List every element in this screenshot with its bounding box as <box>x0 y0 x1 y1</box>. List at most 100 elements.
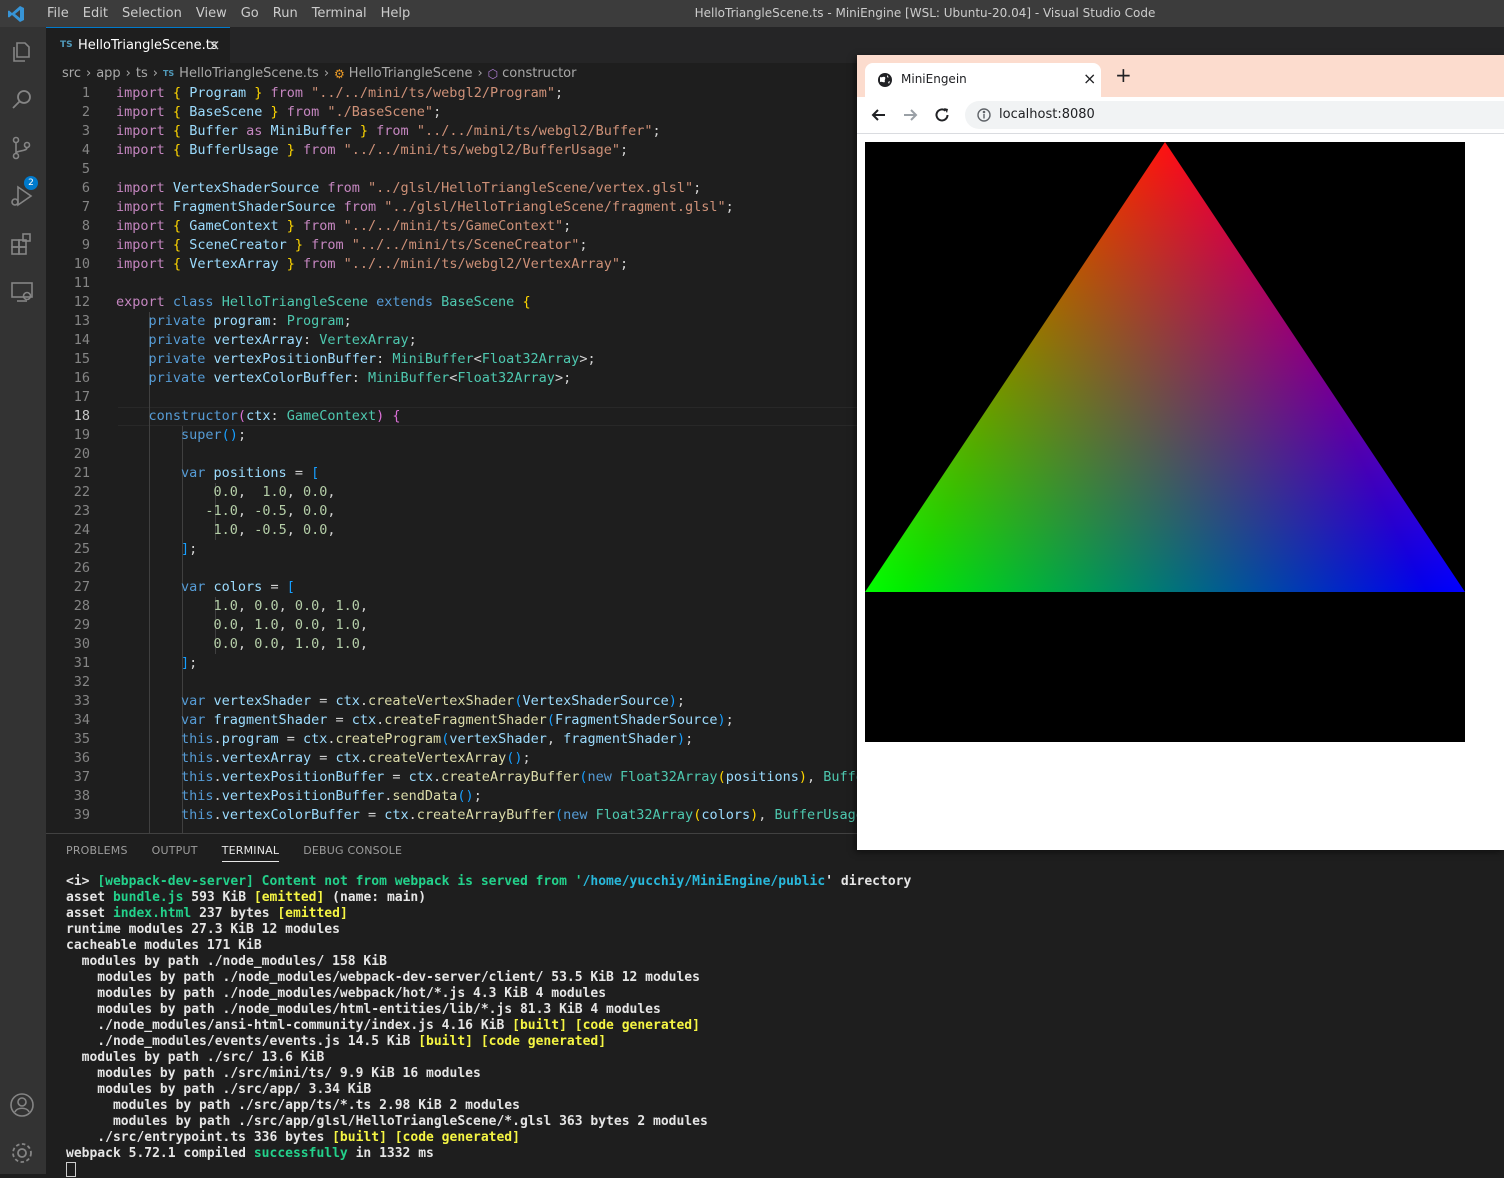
browser-tab[interactable]: MiniEngein × <box>865 63 1101 97</box>
line-number: 27 <box>73 579 90 595</box>
line-number: 26 <box>73 560 90 576</box>
menu-go[interactable]: Go <box>234 0 266 27</box>
tab-problems[interactable]: PROBLEMS <box>66 844 128 862</box>
terminal-line: modules by path ./node_modules/ 158 KiB <box>66 954 387 969</box>
menu-edit[interactable]: Edit <box>76 0 115 27</box>
line-number: 1 <box>81 85 90 101</box>
tab-hellotrianglescene[interactable]: TS HelloTriangleScene.ts × <box>46 27 230 63</box>
line-number: 24 <box>73 522 90 538</box>
code-line: import { Program } from "../../mini/ts/w… <box>116 85 564 101</box>
terminal-line: <i> [webpack-dev-server] Content not fro… <box>66 874 912 889</box>
line-number: 2 <box>81 104 90 120</box>
terminal-line: webpack 5.72.1 compiled successfully in … <box>66 1146 434 1161</box>
code-line: import { GameContext } from "../../mini/… <box>116 218 572 234</box>
source-control-icon[interactable] <box>8 134 36 162</box>
terminal-line: modules by path ./node_modules/html-enti… <box>66 1002 661 1017</box>
address-bar[interactable]: localhost:8080 <box>965 101 1504 129</box>
terminal-cursor <box>66 1162 76 1177</box>
line-number: 25 <box>73 541 90 557</box>
activity-bar: 2 <box>0 27 46 1174</box>
line-number: 19 <box>73 427 90 443</box>
line-number: 33 <box>73 693 90 709</box>
extensions-icon[interactable] <box>8 230 36 258</box>
forward-arrow-icon[interactable] <box>900 105 920 125</box>
terminal-line: ./node_modules/events/events.js 14.5 KiB… <box>66 1034 607 1049</box>
account-icon[interactable] <box>8 1091 36 1119</box>
chevron-right-icon: › <box>323 66 330 81</box>
run-debug-icon[interactable] <box>8 182 36 210</box>
remote-explorer-icon[interactable] <box>8 278 36 306</box>
globe-icon <box>878 73 892 87</box>
line-number: 34 <box>73 712 90 728</box>
terminal-line: modules by path ./src/app/ 3.34 KiB <box>66 1082 372 1097</box>
line-number: 12 <box>73 294 90 310</box>
line-number: 32 <box>73 674 90 690</box>
line-number: 39 <box>73 807 90 823</box>
breadcrumb: src › app › ts › TS HelloTriangleScene.t… <box>62 66 576 82</box>
vscode-logo-icon <box>8 6 24 22</box>
code-line: import { VertexArray } from "../../mini/… <box>116 256 629 272</box>
webgl-canvas <box>865 142 1465 742</box>
menu-terminal[interactable]: Terminal <box>305 0 374 27</box>
code-line: this.program = ctx.createProgram(vertexS… <box>116 731 694 747</box>
line-number: 11 <box>73 275 90 291</box>
typescript-file-icon: TS <box>60 40 73 50</box>
line-number: 6 <box>81 180 90 196</box>
close-icon[interactable]: × <box>1083 69 1096 88</box>
search-icon[interactable] <box>8 86 36 114</box>
info-icon[interactable] <box>977 108 991 122</box>
chevron-right-icon: › <box>85 66 92 81</box>
browser-tab-title: MiniEngein <box>901 72 967 86</box>
code-line: import { Buffer as MiniBuffer } from "..… <box>116 123 661 139</box>
line-number: 16 <box>73 370 90 386</box>
breadcrumb-ts[interactable]: ts <box>136 66 148 82</box>
menu-file[interactable]: File <box>40 0 76 27</box>
reload-icon[interactable] <box>932 105 952 125</box>
line-number: 30 <box>73 636 90 652</box>
chevron-right-icon: › <box>152 66 158 81</box>
breadcrumb-member[interactable]: constructor <box>502 66 576 82</box>
line-number: 35 <box>73 731 90 747</box>
code-line: constructor(ctx: GameContext) { <box>116 408 401 424</box>
code-line: 0.0, 1.0, 0.0, 1.0, <box>116 617 369 633</box>
terminal-line: modules by path ./src/app/ts/*.ts 2.98 K… <box>66 1098 520 1113</box>
breadcrumb-file[interactable]: HelloTriangleScene.ts <box>179 66 319 82</box>
line-number: 17 <box>73 389 90 405</box>
tab-debug-console[interactable]: DEBUG CONSOLE <box>303 844 402 862</box>
terminal-line: modules by path ./node_modules/webpack-d… <box>66 970 700 985</box>
explorer-icon[interactable] <box>8 38 36 66</box>
terminal-prompt[interactable] <box>66 1162 911 1178</box>
terminal-line: ./src/entrypoint.ts 336 bytes [built] [c… <box>66 1130 520 1145</box>
menu-run[interactable]: Run <box>266 0 305 27</box>
code-line: this.vertexPositionBuffer = ctx.createAr… <box>116 769 858 785</box>
close-tab-icon[interactable]: × <box>208 36 221 54</box>
code-editor[interactable]: 1 2 3 4 5 6 7 8 9 10 11 12 13 14 15 16 17 18 19 20 21 22 23 24 2… <box>46 84 858 833</box>
menu-selection[interactable]: Selection <box>115 0 189 27</box>
line-number: 3 <box>81 123 90 139</box>
terminal-line: asset bundle.js 593 KiB [emitted] (name:… <box>66 890 427 905</box>
code-line: 0.0, 1.0, 0.0, <box>116 484 336 500</box>
line-number: 22 <box>73 484 90 500</box>
code-line: private vertexColorBuffer: MiniBuffer<Fl… <box>116 370 572 386</box>
code-line: private vertexArray: VertexArray; <box>116 332 417 348</box>
tab-output[interactable]: OUTPUT <box>152 844 198 862</box>
breadcrumb-app[interactable]: app <box>96 66 120 82</box>
terminal-output[interactable]: <i> [webpack-dev-server] Content not fro… <box>66 874 911 1178</box>
code-line: this.vertexColorBuffer = ctx.createArray… <box>116 807 858 823</box>
new-tab-button[interactable]: + <box>1115 65 1132 85</box>
menu-bar: File Edit Selection View Go Run Terminal… <box>40 0 417 27</box>
line-number: 29 <box>73 617 90 633</box>
code-line: super(); <box>116 427 247 443</box>
settings-gear-icon[interactable] <box>8 1139 36 1167</box>
menu-help[interactable]: Help <box>374 0 418 27</box>
breadcrumb-class[interactable]: HelloTriangleScene <box>349 66 473 82</box>
breadcrumb-src[interactable]: src <box>62 66 81 82</box>
back-arrow-icon[interactable] <box>869 105 889 125</box>
tab-terminal[interactable]: TERMINAL <box>221 844 280 862</box>
terminal-line: modules by path ./node_modules/webpack/h… <box>66 986 607 1001</box>
menu-view[interactable]: View <box>189 0 234 27</box>
terminal-line: asset index.html 237 bytes [emitted] <box>66 906 348 921</box>
